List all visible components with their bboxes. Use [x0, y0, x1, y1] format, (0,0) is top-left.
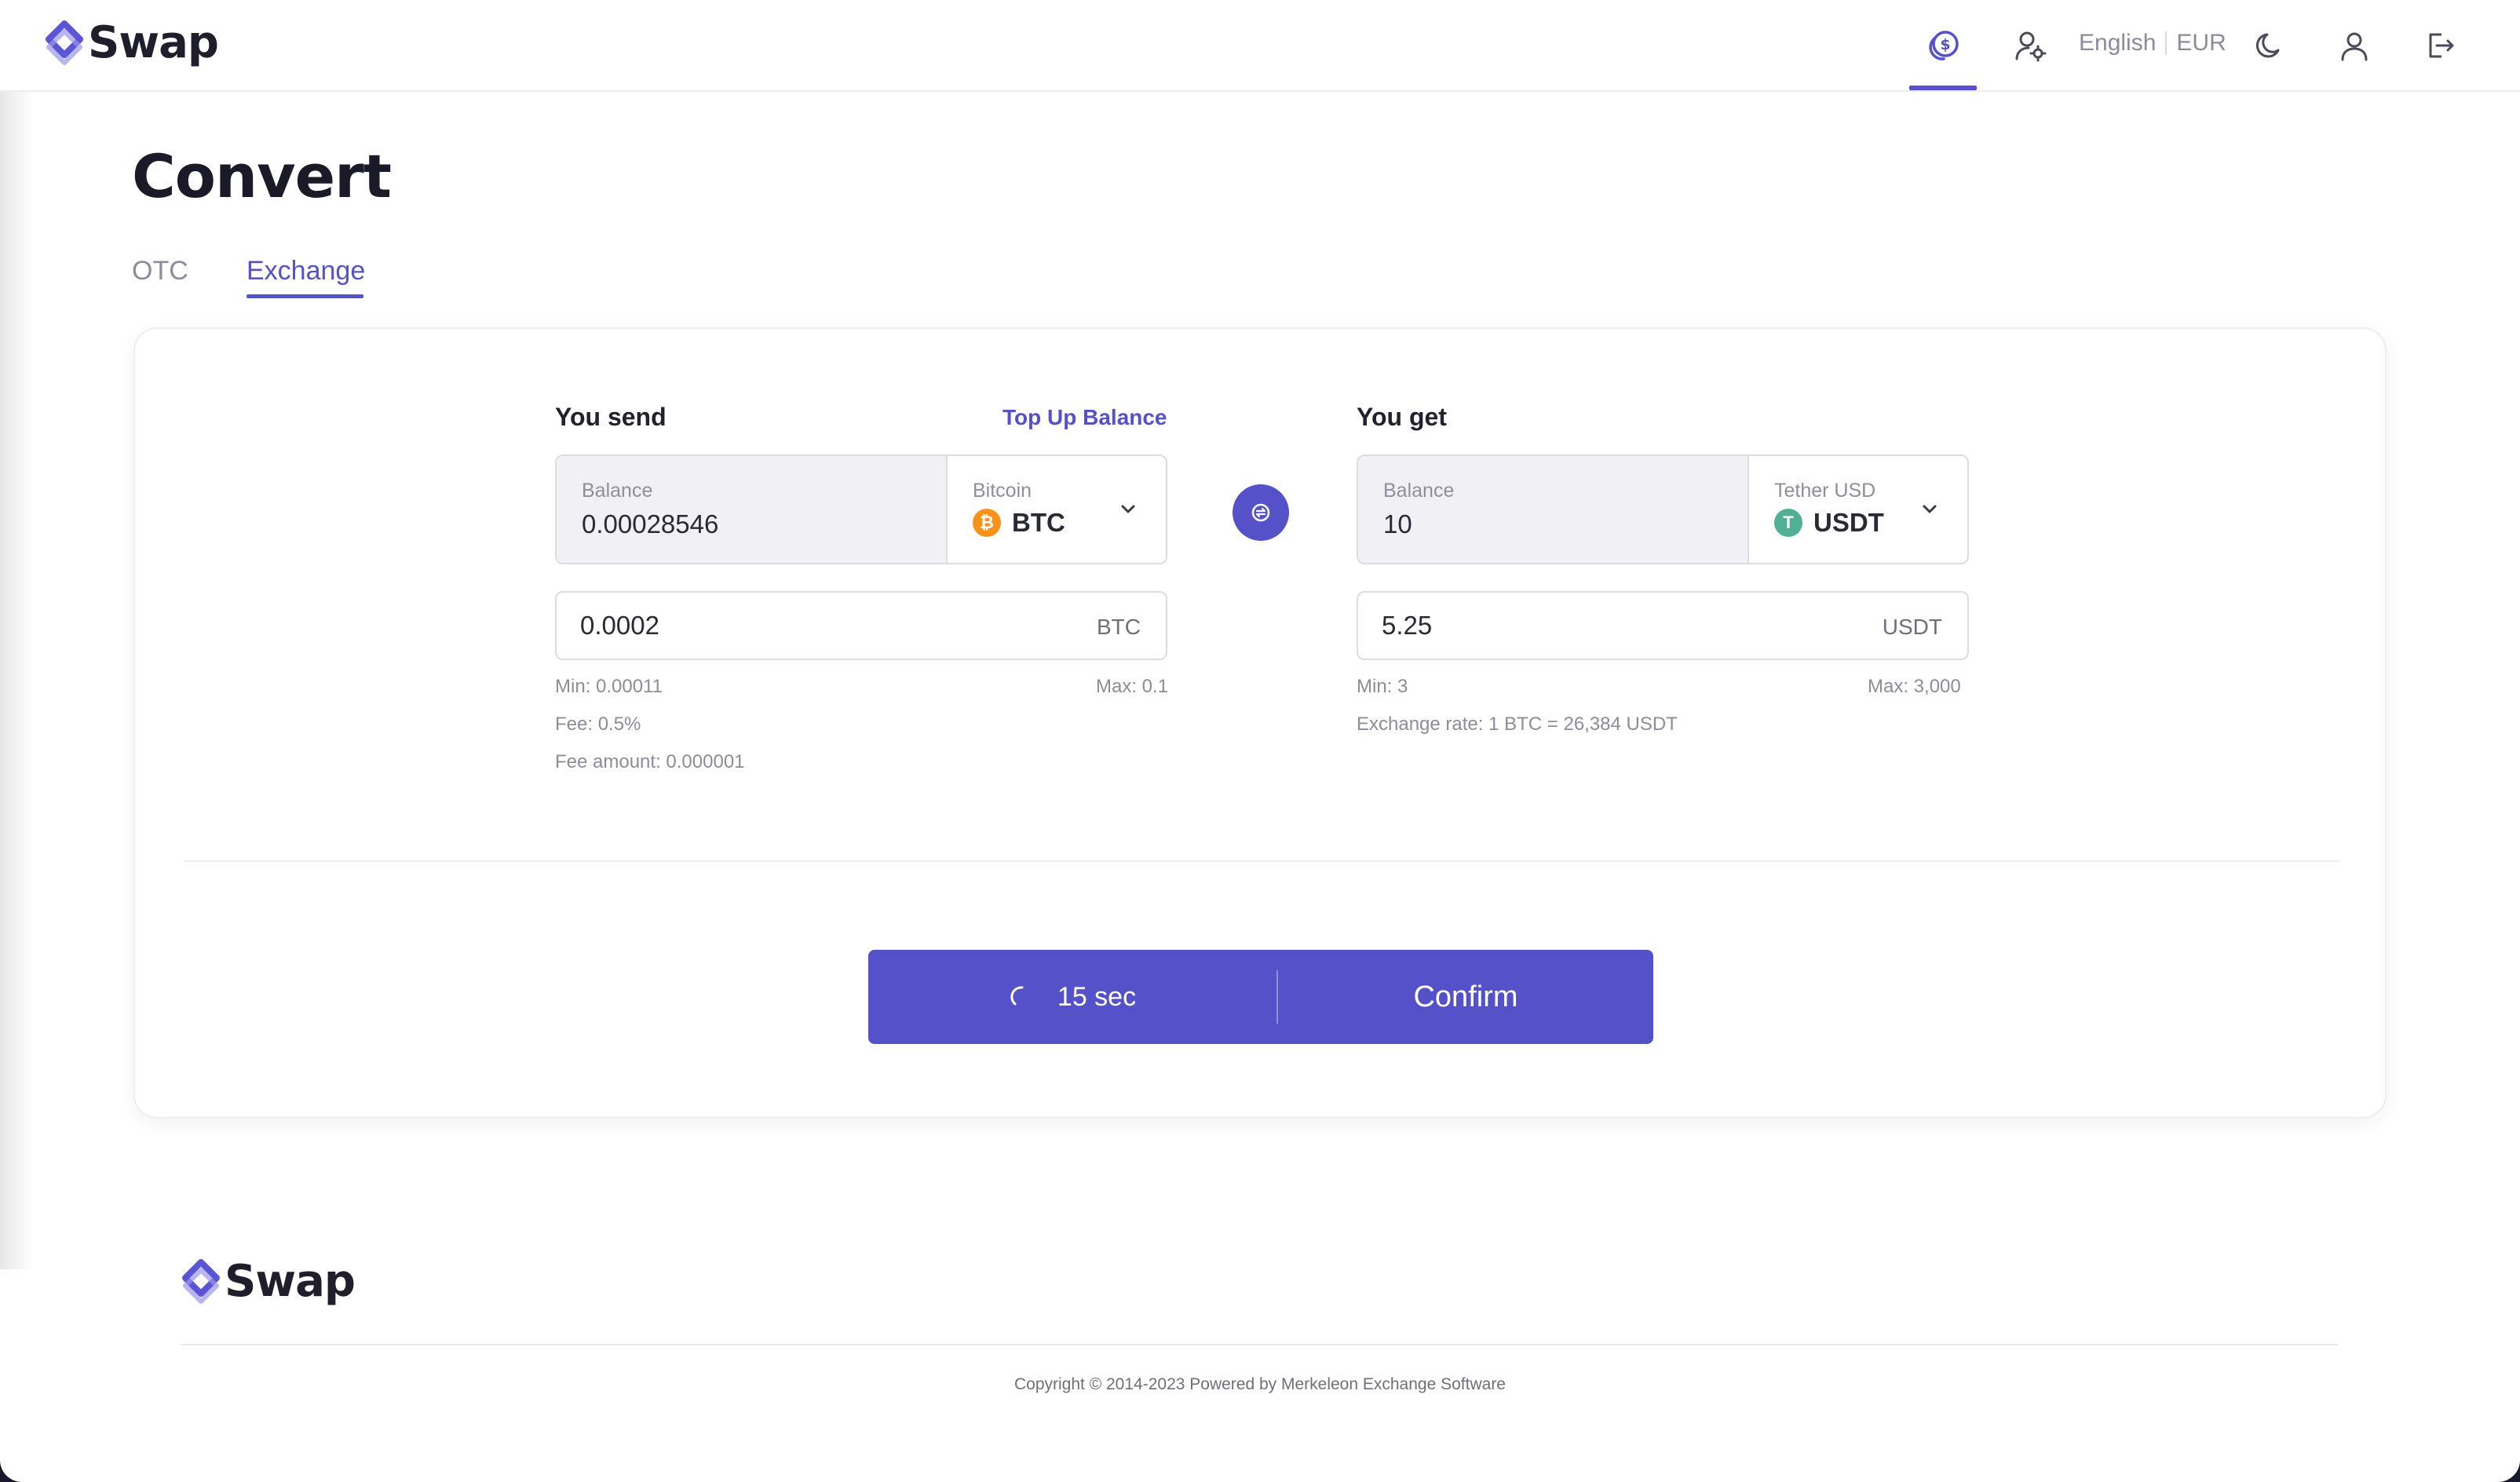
- page: Swap $ English EUR Convert OTC Exchange …: [0, 0, 2520, 1482]
- send-fee-amount: Fee amount: 0.000001: [555, 751, 745, 772]
- top-header: Swap $ English EUR: [0, 0, 2520, 92]
- footer-divider: [181, 1344, 2338, 1345]
- send-amount-input[interactable]: [580, 608, 1051, 643]
- tab-otc[interactable]: OTC: [132, 256, 188, 287]
- card-divider: [184, 860, 2339, 862]
- send-max: Max: 0.1: [1096, 676, 1169, 697]
- send-amount-unit: BTC: [1097, 615, 1141, 639]
- swap-arrows-icon: [1251, 503, 1270, 522]
- svg-text:$: $: [1940, 36, 1950, 53]
- user-settings-icon[interactable]: [2008, 24, 2052, 68]
- get-amount-field[interactable]: USDT: [1357, 591, 1969, 660]
- currency-label[interactable]: EUR: [2176, 30, 2226, 57]
- loading-spinner-icon: [1010, 986, 1024, 1006]
- send-balance-value: 0.00028546: [582, 509, 719, 538]
- get-balance-value: 10: [1383, 509, 1412, 538]
- copyright-text: Copyright © 2014-2023 Powered by Merkele…: [1013, 1375, 1506, 1393]
- get-coin-select[interactable]: Tether USD T USDT: [1749, 456, 1967, 563]
- left-edge-shadow: [0, 92, 35, 1269]
- tether-icon: T: [1774, 509, 1802, 537]
- dark-mode-moon-icon[interactable]: [2248, 24, 2292, 68]
- separator: [2165, 31, 2168, 55]
- convert-nav-icon[interactable]: $: [1921, 24, 1965, 68]
- get-coin-symbol-row: T USDT: [1774, 508, 1884, 538]
- send-coin-symbol-row: ₿ BTC: [973, 508, 1065, 538]
- get-min: Min: 3: [1357, 676, 1408, 697]
- language-label[interactable]: English: [2079, 30, 2156, 57]
- get-balance-box: Balance 10 Tether USD T USDT: [1357, 454, 1969, 564]
- footer-brand-logo[interactable]: Swap: [181, 1256, 356, 1307]
- get-max: Max: 3,000: [1868, 676, 1961, 697]
- footer-brand-name: Swap: [225, 1256, 356, 1307]
- balance-caption: Balance: [582, 480, 653, 502]
- get-coin-name: Tether USD: [1774, 480, 1876, 502]
- get-amount-input[interactable]: [1382, 608, 1853, 643]
- you-get-label: You get: [1357, 403, 1447, 431]
- quote-timer: 15 sec: [868, 950, 1276, 1044]
- you-send-label: You send: [555, 403, 667, 431]
- exchange-rate: Exchange rate: 1 BTC = 26,384 USDT: [1357, 714, 1678, 735]
- convert-card: You send Top Up Balance Balance 0.000285…: [133, 327, 2387, 1119]
- send-balance-box: Balance 0.00028546 Bitcoin ₿ BTC: [555, 454, 1167, 564]
- top-up-balance-link[interactable]: Top Up Balance: [1003, 405, 1167, 430]
- send-coin-symbol: BTC: [1012, 508, 1065, 537]
- confirm-label[interactable]: Confirm: [1278, 950, 1653, 1044]
- send-coin-select[interactable]: Bitcoin ₿ BTC: [948, 456, 1166, 563]
- page-title: Convert: [132, 141, 392, 211]
- active-tab-indicator: [247, 294, 363, 298]
- send-fee: Fee: 0.5%: [555, 714, 641, 735]
- bitcoin-icon: ₿: [973, 509, 1001, 537]
- get-balance-panel: Balance 10: [1358, 456, 1749, 563]
- logout-icon[interactable]: [2418, 24, 2462, 68]
- confirm-button[interactable]: 15 sec Confirm: [868, 950, 1653, 1044]
- timer-text: 15 sec: [1057, 981, 1137, 1012]
- chevron-down-icon[interactable]: [1919, 498, 1941, 520]
- swap-direction-button[interactable]: [1233, 484, 1289, 541]
- send-coin-name: Bitcoin: [973, 480, 1032, 502]
- send-balance-panel: Balance 0.00028546: [557, 456, 948, 563]
- swap-logo-icon: [46, 20, 83, 65]
- send-amount-field[interactable]: BTC: [555, 591, 1167, 660]
- balance-caption: Balance: [1383, 480, 1455, 502]
- get-amount-unit: USDT: [1882, 615, 1942, 639]
- profile-icon[interactable]: [2332, 24, 2376, 68]
- brand-logo[interactable]: Swap: [44, 17, 219, 68]
- swap-logo-icon: [182, 1258, 220, 1304]
- tab-exchange[interactable]: Exchange: [247, 256, 365, 287]
- nav-active-indicator: [1909, 86, 1977, 90]
- chevron-down-icon[interactable]: [1117, 498, 1139, 520]
- get-coin-symbol: USDT: [1813, 508, 1884, 537]
- send-min: Min: 0.00011: [555, 676, 663, 697]
- brand-name: Swap: [88, 17, 219, 68]
- language-currency-selector[interactable]: English EUR: [2079, 30, 2226, 57]
